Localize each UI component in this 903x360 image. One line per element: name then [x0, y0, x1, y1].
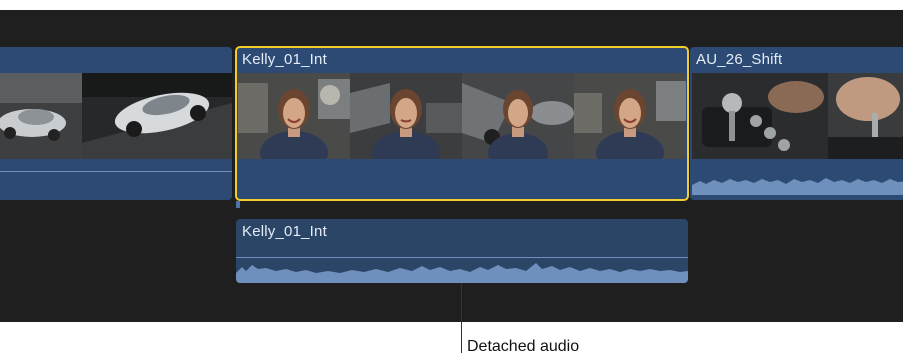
frame-shift-2 — [828, 73, 903, 159]
callout-detached-audio-label: Detached audio — [467, 338, 580, 355]
frame-kelly-4 — [574, 73, 686, 159]
clip-au-shift[interactable]: AU_26_Shift — [690, 47, 903, 200]
timeline-top-band — [0, 0, 903, 10]
clip-detached-audio-waveform — [236, 263, 688, 283]
clip-car-filmstrip — [0, 73, 232, 159]
clip-car[interactable] — [0, 47, 232, 200]
clip-kelly-filmstrip — [238, 73, 686, 159]
clip-au-shift-title: AU_26_Shift — [696, 51, 783, 68]
frame-kelly-2 — [350, 73, 462, 159]
clip-au-shift-waveform — [692, 178, 903, 195]
clip-car-audio-line — [0, 171, 232, 172]
frame-kelly-1 — [238, 73, 350, 159]
audio-connection-marker — [236, 201, 240, 208]
clip-detached-audio[interactable]: Kelly_01_Int — [236, 219, 688, 283]
clip-au-shift-filmstrip — [692, 73, 903, 159]
clip-kelly-title: Kelly_01_Int — [242, 51, 327, 68]
frame-shift-1 — [692, 73, 828, 159]
frame-car-1 — [0, 73, 82, 159]
frame-kelly-3 — [462, 73, 574, 159]
clip-detached-audio-title: Kelly_01_Int — [242, 223, 327, 240]
frame-car-2 — [82, 73, 232, 159]
clip-kelly-selected[interactable]: Kelly_01_Int — [236, 47, 688, 200]
callout-leader-line — [461, 283, 462, 353]
timeline: Kelly_01_Int AU_26_Shift Kelly_01_Int — [0, 0, 903, 322]
